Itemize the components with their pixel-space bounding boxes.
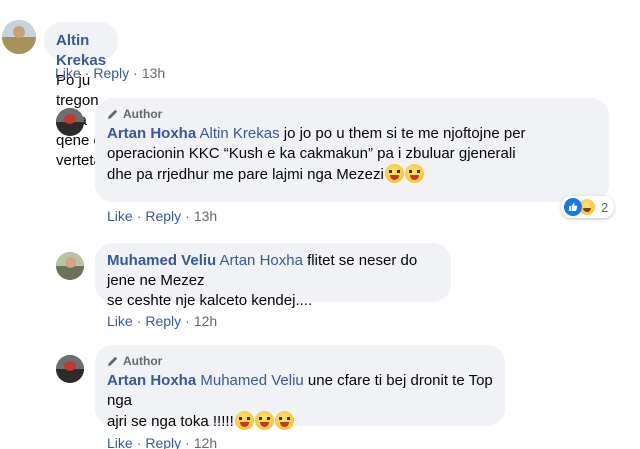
mention-link[interactable]: Muhamed Veliu [200, 372, 303, 389]
author-label: Author [123, 107, 163, 121]
grinning-tongue-emoji [404, 164, 424, 183]
comment-actions: Like · Reply · 13h [107, 207, 217, 225]
separator-dot: · [185, 435, 190, 449]
comment-text-line-1: jo jo po u them si te me njoftojne per [279, 125, 526, 142]
comment-bubble: Altin Krekas Po ju tregon si ka qene e v… [44, 22, 119, 169]
grinning-tongue-emoji [234, 411, 254, 430]
author-badge: Author [107, 353, 493, 369]
like-button[interactable]: Like [55, 65, 81, 81]
reply-button[interactable]: Reply [145, 435, 181, 449]
comment-actions: Like · Reply · 13h [55, 64, 165, 82]
timestamp[interactable]: 12h [194, 435, 217, 449]
comment-actions: Like · Reply · 12h [107, 312, 217, 330]
commenter-name[interactable]: Artan Hoxha [107, 125, 196, 142]
separator-dot: · [133, 65, 138, 81]
comment-text-line-3: dhe pa rrjedhur me pare lajmi nga Mezezi [107, 166, 384, 183]
comment-bubble: Author Artan Hoxha Muhamed Veliu une cfa… [95, 345, 505, 430]
avatar-artan-hoxha[interactable] [56, 355, 84, 383]
reaction-summary[interactable]: 2 [561, 196, 615, 218]
comment-text-line-2: ajri se nga toka !!!!! [107, 413, 234, 430]
comment-bubble: Author Artan Hoxha Altin Krekas jo jo po… [95, 98, 609, 202]
separator-dot: · [136, 208, 142, 224]
pencil-icon [108, 109, 118, 119]
grinning-tongue-emoji [384, 164, 404, 183]
comment-text-line-2: operacionin KKC “Kush e ka cakmakun” pa … [107, 145, 516, 162]
avatar-altin-krekas[interactable] [2, 20, 36, 54]
like-reaction-icon [564, 198, 582, 216]
author-label: Author [123, 354, 163, 368]
author-badge: Author [107, 106, 597, 122]
separator-dot: · [84, 65, 90, 81]
timestamp[interactable]: 12h [194, 313, 217, 329]
reaction-count: 2 [601, 199, 609, 215]
reply-button[interactable]: Reply [145, 313, 181, 329]
like-button[interactable]: Like [107, 313, 133, 329]
timestamp[interactable]: 13h [194, 208, 217, 224]
like-button[interactable]: Like [107, 208, 133, 224]
comment-actions: Like · Reply · 12h [107, 434, 217, 449]
comment-text-line-2: se ceshte nje kalceto kendej.... [107, 292, 313, 309]
commenter-name[interactable]: Artan Hoxha [107, 372, 196, 389]
reply-button[interactable]: Reply [145, 208, 181, 224]
separator-dot: · [136, 435, 142, 449]
separator-dot: · [185, 208, 190, 224]
separator-dot: · [185, 313, 190, 329]
avatar-muhamed-veliu[interactable] [56, 252, 84, 280]
pencil-icon [108, 356, 118, 366]
avatar-artan-hoxha[interactable] [56, 108, 84, 136]
timestamp[interactable]: 13h [142, 65, 165, 81]
comment-bubble: Muhamed Veliu Artan Hoxha flitet se nese… [95, 243, 451, 309]
grinning-tongue-emoji [274, 411, 294, 430]
mention-link[interactable]: Altin Krekas [200, 125, 280, 142]
grinning-tongue-emoji [254, 411, 274, 430]
like-button[interactable]: Like [107, 435, 133, 449]
reply-button[interactable]: Reply [93, 65, 129, 81]
commenter-name[interactable]: Muhamed Veliu [107, 252, 216, 269]
mention-link[interactable]: Artan Hoxha [220, 252, 303, 269]
separator-dot: · [136, 313, 142, 329]
